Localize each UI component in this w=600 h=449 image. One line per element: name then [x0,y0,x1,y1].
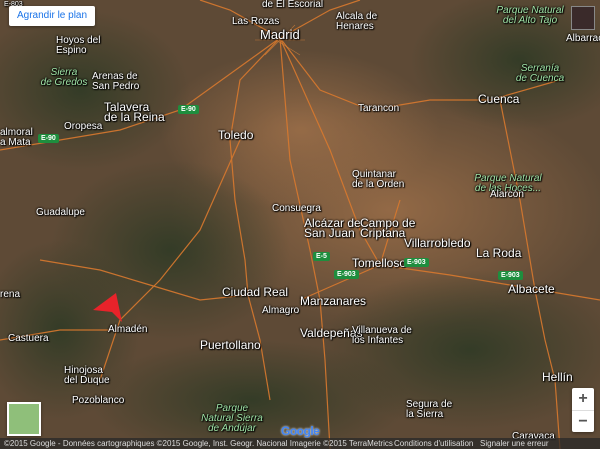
zoom-control: + − [572,388,594,432]
label-rena: rena [0,289,21,300]
label-alto-tajo: Parque Natural del Alto Tajo [496,5,564,26]
expand-map-button[interactable]: Agrandir le plan [9,6,96,26]
attribution-bar: ©2015 Google - Données cartographiques ©… [0,438,600,449]
report-error-link[interactable]: Signaler une erreur cartographique [480,438,600,449]
label-alcazar: Alcázar de San Juan [304,216,361,240]
label-talavera: Talavera de la Reina [104,100,165,124]
road-e5: E-5 [313,252,330,261]
label-puertollano: Puertollano [200,338,261,352]
label-arenas: Arenas de San Pedro [92,71,140,92]
label-hellin: Hellín [542,370,573,384]
label-el-escorial: de El Escorial [262,0,324,10]
google-logo: Google [281,424,320,438]
road-e90-a: E-90 [178,105,199,114]
label-villarrobledo: Villarrobledo [404,236,471,250]
label-alcala: Alcala de Henares [336,11,378,32]
label-guadalupe: Guadalupe [36,207,85,218]
road-e903-a: E-903 [404,258,429,267]
avatar[interactable] [571,6,595,30]
label-almoral: almoral a Mata [0,127,33,148]
label-andujar: Parque Natural Sierra de Andújar [201,403,263,434]
label-la-roda: La Roda [476,246,522,260]
zoom-out-button[interactable]: − [572,411,594,433]
label-tomelloso: Tomelloso [352,256,407,270]
label-albarracin: Albarracín [566,33,600,44]
label-almagro: Almagro [262,305,300,316]
map-canvas[interactable]: E-803 de El Escorial Las Rozas Madrid Al… [0,0,600,449]
label-las-rozas: Las Rozas [232,16,280,27]
label-albacete: Albacete [508,282,555,296]
label-ciudad-real: Ciudad Real [222,285,289,299]
road-e903-b: E-903 [334,270,359,279]
label-almaden: Almadén [108,324,148,335]
label-madrid: Madrid [260,27,300,42]
road-e903-c: E-903 [498,271,523,280]
label-quintanar: Quintanar de la Orden [352,169,405,190]
label-castuera: Castuera [8,333,49,344]
label-oropesa: Oropesa [64,121,103,132]
label-hinojosa: Hinojosa del Duque [64,365,110,386]
zoom-in-button[interactable]: + [572,388,594,410]
label-consuegra: Consuegra [272,203,321,214]
attribution-text: ©2015 Google - Données cartographiques ©… [4,439,393,448]
label-serrania: Serranía de Cuenca [515,63,565,84]
label-alarcon: Alarcón [490,189,524,200]
logo-text: Google [281,424,320,438]
label-tarancon: Tarancon [358,103,400,114]
label-cuenca: Cuenca [478,92,520,106]
label-manzanares: Manzanares [300,294,367,308]
label-hoyos: Hoyos del Espino [56,35,101,56]
label-segura: Segura de la Sierra [406,399,453,420]
label-toledo: Toledo [218,128,254,142]
label-pozoblanco: Pozoblanco [72,395,125,406]
map-type-thumbnail[interactable] [7,402,41,436]
road-e90-b: E-90 [38,134,59,143]
terms-link[interactable]: Conditions d'utilisation [394,438,473,449]
label-villanueva: Villanueva de los Infantes [352,325,412,346]
label-campo: Campo de Criptana [360,216,416,240]
